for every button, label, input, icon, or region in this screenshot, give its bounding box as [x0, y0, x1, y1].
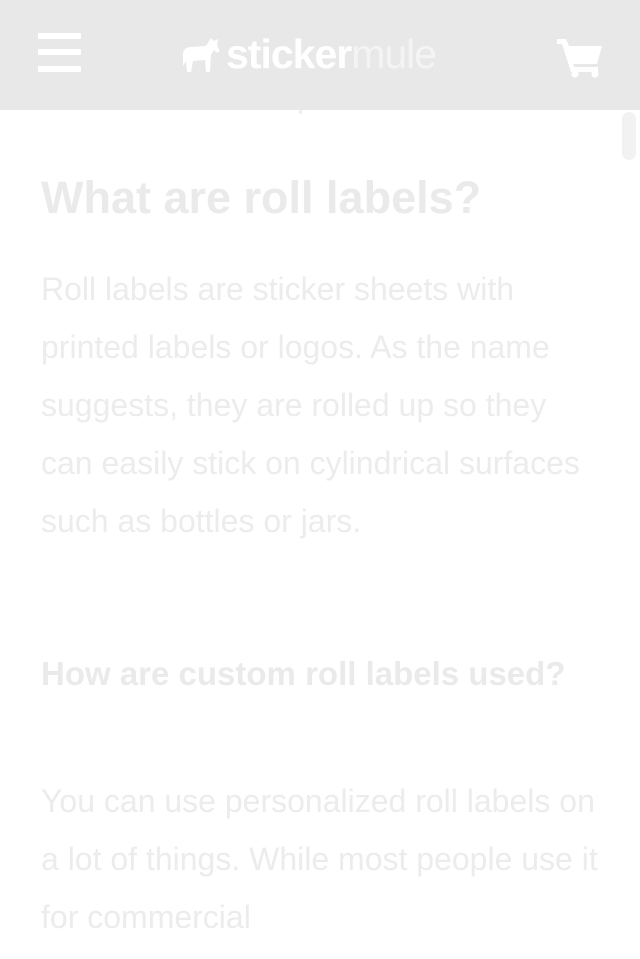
- section-heading: What are roll labels?: [41, 172, 482, 223]
- logo-text-mule: mule: [351, 31, 437, 77]
- mule-logo-icon: [183, 38, 220, 72]
- stickermule-logo[interactable]: stickermule: [180, 30, 437, 78]
- content-divider: [299, 110, 302, 114]
- subsection-paragraph: You can use personalized roll labels on …: [41, 783, 598, 935]
- logo-text-sticker: sticker: [226, 31, 352, 77]
- logo-text: stickermule: [226, 30, 437, 78]
- section-paragraph: Roll labels are sticker sheets with prin…: [41, 271, 580, 539]
- scrollbar-thumb[interactable]: [622, 112, 636, 160]
- hamburger-menu-icon[interactable]: [38, 33, 82, 73]
- site-header: stickermule: [0, 0, 640, 110]
- subsection-heading: How are custom roll labels used?: [41, 655, 566, 692]
- shopping-cart-icon[interactable]: [556, 36, 604, 78]
